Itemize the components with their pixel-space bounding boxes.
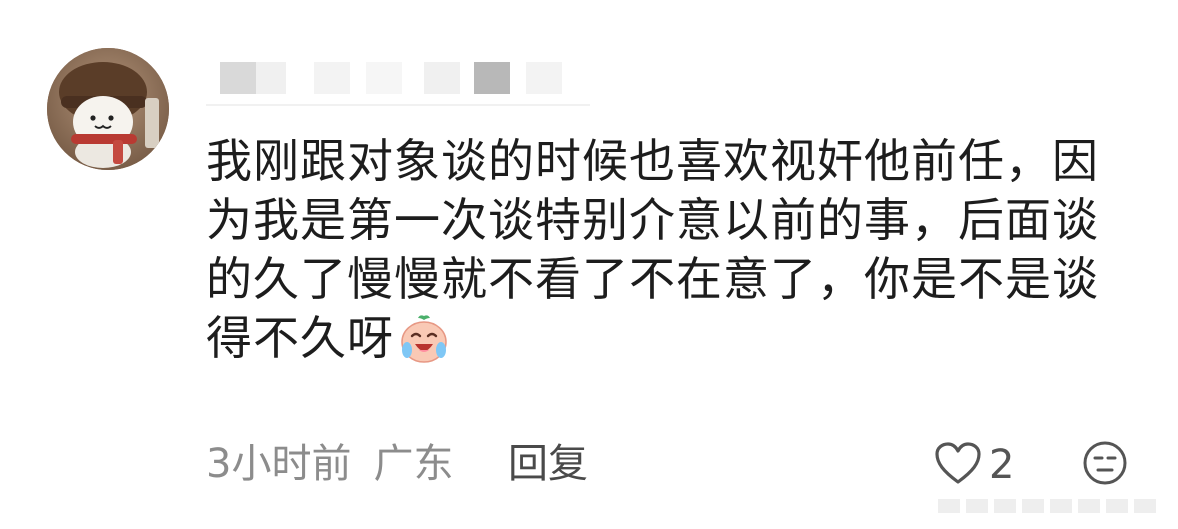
like-count: 2	[989, 442, 1015, 488]
comment-line-last: 得不久呀	[206, 309, 1126, 378]
comment-location: 广东	[373, 441, 454, 487]
reply-button[interactable]: 回复	[508, 434, 588, 494]
avatar[interactable]	[47, 48, 169, 170]
unamused-face-icon[interactable]	[1082, 440, 1128, 490]
avatar-image	[47, 48, 169, 170]
heart-outline-icon[interactable]	[933, 440, 983, 490]
comment-time: 3小时前	[206, 441, 352, 487]
like-button[interactable]: 2	[933, 438, 1014, 492]
watermark	[938, 495, 1168, 517]
username-redacted[interactable]	[206, 56, 588, 102]
comment-line: 为我是第一次谈特别介意以前的事，后面谈	[206, 193, 1099, 247]
comment-body: 我刚跟对象谈的时候也喜欢视奸他前任，因 为我是第一次谈特别介意以前的事，后面谈 …	[206, 132, 1126, 378]
comment-line: 我刚跟对象谈的时候也喜欢视奸他前任，因	[206, 134, 1099, 188]
crying-laughing-peach-emoji	[398, 312, 450, 378]
username-divider	[206, 104, 590, 106]
comment-meta: 3小时前 广东	[206, 434, 453, 494]
comment-line: 的久了慢慢就不看了不在意了，你是不是谈	[206, 252, 1099, 306]
comment-line-text: 得不久呀	[206, 311, 394, 365]
